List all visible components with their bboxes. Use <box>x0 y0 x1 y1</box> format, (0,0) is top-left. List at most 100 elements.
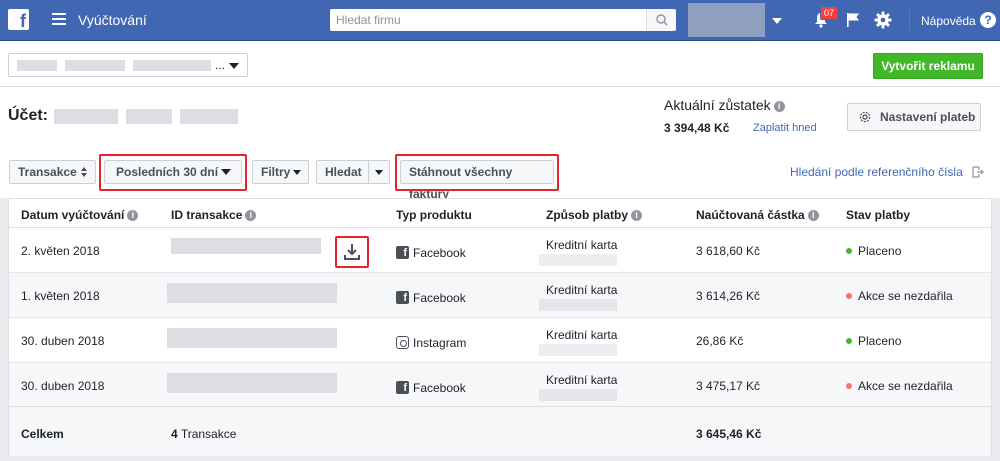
column-header-amount-text: Naúčtovaná částka <box>696 208 805 222</box>
row-amount: 3 475,17 Kč <box>696 379 761 393</box>
transaction-count: 4 Transakce <box>171 427 236 441</box>
chevron-down-icon <box>293 170 301 175</box>
row-status-text: Akce se nezdařila <box>858 379 953 393</box>
facebook-icon: f <box>396 246 409 259</box>
app-title: Vyúčtování <box>78 12 147 28</box>
column-header-id-text: ID transakce <box>171 208 243 222</box>
row-status-text: Placeno <box>858 244 902 258</box>
column-header-payment[interactable]: Způsob platby i <box>546 208 642 222</box>
column-header-date[interactable]: Datum vyúčtování i <box>21 208 139 222</box>
table-row[interactable]: 1. květen 2018 f Facebook Kreditní karta … <box>9 273 991 318</box>
redacted-card-number <box>539 254 617 266</box>
filter-toolbar: Transakce Posledních 30 dní Filtry Hleda… <box>0 147 1000 201</box>
column-header-id[interactable]: ID transakce i <box>171 208 257 222</box>
ad-account-select[interactable]: ... <box>8 53 248 77</box>
download-icon <box>344 244 360 260</box>
transactions-dropdown[interactable]: Transakce <box>9 160 96 184</box>
status-failed-dot-icon <box>846 293 852 299</box>
export-icon[interactable] <box>972 166 984 178</box>
row-amount: 26,86 Kč <box>696 334 744 348</box>
row-status: Akce se nezdařila <box>846 379 953 393</box>
download-invoice-button[interactable] <box>335 236 369 268</box>
transaction-count-label: Transakce <box>180 427 237 441</box>
row-status: Placeno <box>846 334 901 348</box>
column-header-date-text: Datum vyúčtování <box>21 208 125 222</box>
filters-label: Filtry <box>261 165 291 179</box>
search-icon <box>656 14 668 26</box>
row-status-text: Akce se nezdařila <box>858 289 953 303</box>
pay-now-link[interactable]: Zaplatit hned <box>753 122 817 134</box>
row-date: 2. květen 2018 <box>21 244 100 258</box>
chevron-down-icon <box>229 63 239 69</box>
search-dropdown[interactable]: Hledat <box>316 160 390 184</box>
total-label: Celkem <box>21 427 64 441</box>
search-button[interactable] <box>646 9 676 31</box>
info-icon[interactable]: i <box>807 210 819 222</box>
status-paid-dot-icon <box>846 338 852 344</box>
table-row[interactable]: 30. duben 2018 f Facebook Kreditní karta … <box>9 363 991 408</box>
redacted-card-number <box>539 299 617 311</box>
divider <box>909 10 910 30</box>
balance-label-text: Aktuální zůstatek <box>664 97 771 113</box>
column-header-amount[interactable]: Naúčtovaná částka i <box>696 208 819 222</box>
row-date: 30. duben 2018 <box>21 334 105 348</box>
redacted-account-name <box>17 60 57 71</box>
account-ellipsis: ... <box>215 58 226 72</box>
column-header-status[interactable]: Stav platby <box>846 208 910 222</box>
table-row[interactable]: 30. duben 2018 Instagram Kreditní karta … <box>9 318 991 363</box>
gear-icon <box>859 111 871 123</box>
row-product: f Facebook <box>396 381 466 395</box>
redacted-transaction-id <box>167 283 337 303</box>
row-date: 30. duben 2018 <box>21 379 105 393</box>
redacted-account-switcher[interactable] <box>688 3 765 37</box>
redacted-transaction-id <box>167 373 337 393</box>
account-header: Účet: Aktuální zůstatek i 3 394,48 Kč Zap… <box>0 87 1000 147</box>
info-icon[interactable]: i <box>631 210 642 222</box>
chevron-down-icon[interactable] <box>772 18 782 24</box>
status-paid-dot-icon <box>846 248 852 254</box>
business-search-input[interactable]: Hledat firmu <box>330 9 646 31</box>
row-product-text: Facebook <box>413 381 466 395</box>
row-product: f Facebook <box>396 291 466 305</box>
current-balance-label: Aktuální zůstatek i <box>664 97 785 113</box>
help-link[interactable]: Nápověda <box>921 14 976 28</box>
info-icon[interactable]: i <box>773 100 785 112</box>
row-product-text: Facebook <box>413 291 466 305</box>
search-label: Hledat <box>325 165 362 179</box>
info-icon[interactable]: i <box>245 210 257 222</box>
facebook-icon: f <box>396 381 409 394</box>
redacted-account-name <box>65 60 125 71</box>
table-row[interactable]: 2. květen 2018 f Facebook Kreditní karta … <box>9 228 991 273</box>
redacted-transaction-id <box>171 238 321 254</box>
instagram-icon <box>396 336 409 349</box>
column-header-payment-text: Způsob platby <box>546 208 628 222</box>
transaction-count-number: 4 <box>171 427 178 441</box>
table-header: Datum vyúčtování i ID transakce i Typ prod… <box>9 199 991 228</box>
menu-icon[interactable] <box>52 13 66 25</box>
row-payment: Kreditní karta <box>546 373 618 387</box>
create-ad-button[interactable]: Vytvořit reklamu <box>873 53 983 79</box>
settings-gear-icon[interactable] <box>874 11 892 29</box>
reference-number-search-link[interactable]: Hledání podle referenčního čísla <box>790 165 963 179</box>
row-amount: 3 618,60 Kč <box>696 244 761 258</box>
row-payment: Kreditní karta <box>546 238 618 252</box>
flag-icon[interactable] <box>846 12 860 28</box>
account-label: Účet: <box>8 107 49 124</box>
highlight-box <box>395 154 559 191</box>
row-status-text: Placeno <box>858 334 902 348</box>
filters-dropdown[interactable]: Filtry <box>252 160 309 184</box>
row-product-text: Instagram <box>413 336 467 350</box>
help-question-icon[interactable]: ? <box>980 12 996 28</box>
redacted-account-name <box>133 60 211 71</box>
account-selector-bar: ... Vytvořit reklamu <box>0 41 1000 87</box>
payment-settings-button[interactable]: Nastavení plateb <box>847 103 981 131</box>
info-icon[interactable]: i <box>127 210 139 222</box>
facebook-icon: f <box>396 291 409 304</box>
divider <box>368 161 369 183</box>
column-header-product[interactable]: Typ produktu <box>396 208 472 222</box>
redacted-transaction-id <box>167 328 337 348</box>
current-balance-value: 3 394,48 Kč <box>664 121 730 135</box>
sort-icon <box>81 167 87 177</box>
row-status: Placeno <box>846 244 901 258</box>
facebook-logo-icon[interactable]: f <box>8 9 29 30</box>
